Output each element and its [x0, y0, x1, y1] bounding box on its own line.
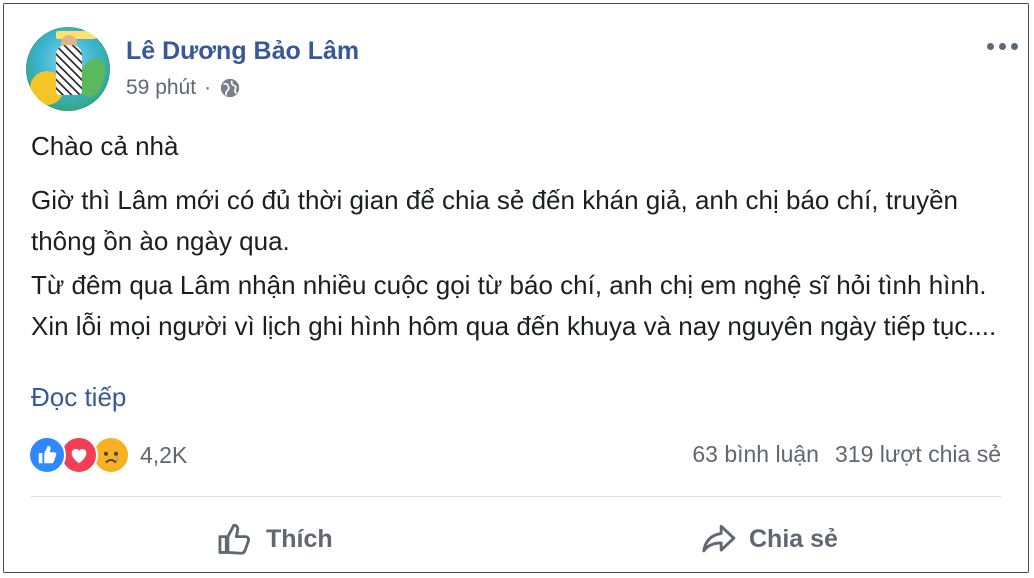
comment-count[interactable]: 63 bình luận [692, 441, 819, 468]
read-more-link[interactable]: Đọc tiếp [31, 377, 126, 418]
dot-icon [998, 42, 1006, 50]
author-name[interactable]: Lê Dương Bảo Lâm [126, 37, 359, 66]
like-button[interactable]: Thích [216, 516, 333, 562]
share-label: Chia sẻ [749, 524, 838, 553]
post-paragraph: Giờ thì Lâm mới có đủ thời gian để chia … [31, 185, 959, 256]
post-card: Lê Dương Bảo Lâm 59 phút · Chào cả nhà G… [3, 3, 1029, 573]
divider [31, 496, 1001, 497]
share-button[interactable]: Chia sẻ [699, 516, 838, 562]
dot-icon [1010, 42, 1018, 50]
reactions-summary[interactable]: 4,2K [28, 436, 187, 474]
post-stats: 63 bình luận 319 lượt chia sẻ [692, 441, 1001, 468]
thumbs-up-icon [218, 523, 251, 555]
globe-icon[interactable] [219, 77, 241, 99]
post-paragraph: Chào cả nhà [31, 131, 179, 161]
like-label: Thích [266, 524, 333, 553]
post-paragraph: Từ đêm qua Lâm nhận nhiều cuộc gọi từ bá… [31, 270, 997, 341]
dot-icon [986, 42, 994, 50]
post-timestamp[interactable]: 59 phút [126, 76, 196, 100]
meta-separator: · [204, 76, 212, 99]
like-icon [28, 436, 66, 474]
share-count[interactable]: 319 lượt chia sẻ [835, 441, 1001, 468]
more-options-button[interactable] [982, 34, 1022, 58]
avatar[interactable] [26, 27, 110, 111]
post-meta: 59 phút · [126, 76, 241, 100]
reaction-count[interactable]: 4,2K [140, 442, 187, 469]
share-arrow-icon [702, 524, 736, 553]
